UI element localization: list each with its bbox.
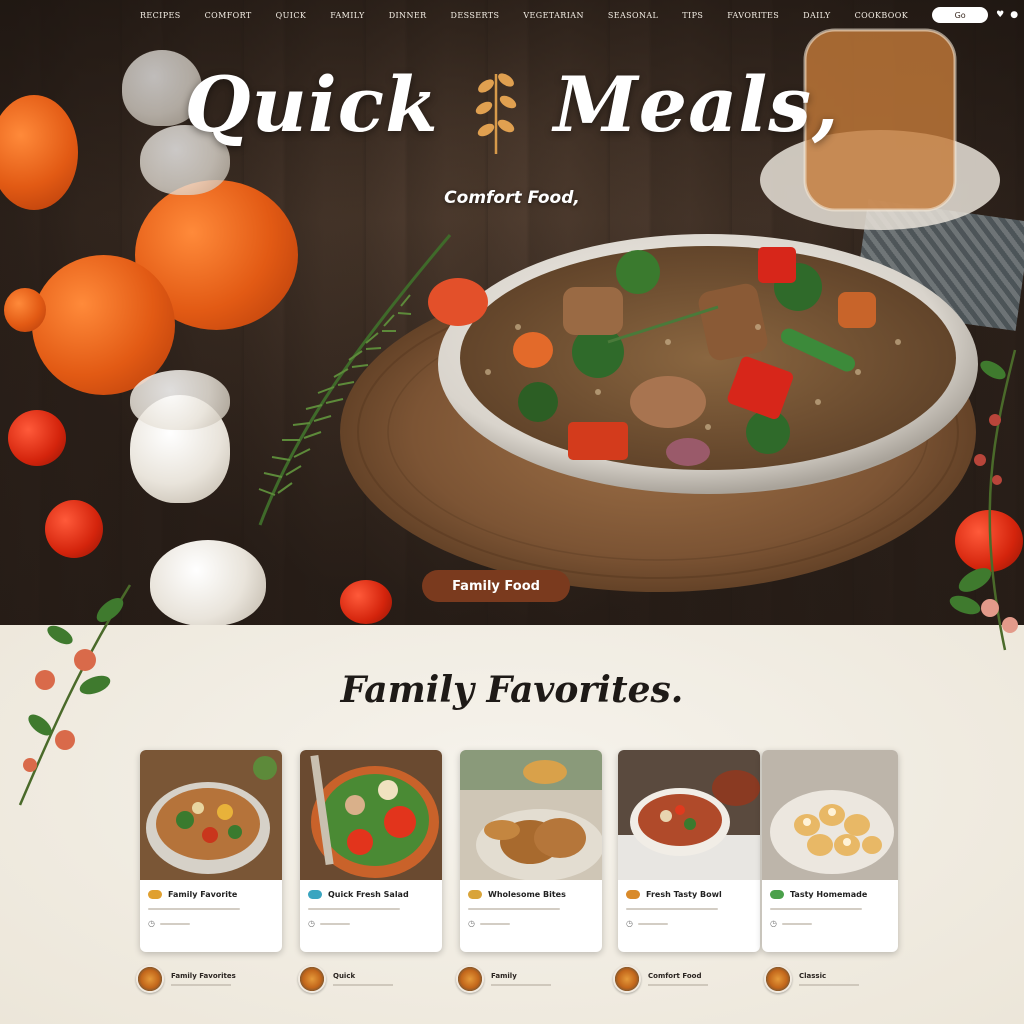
garlic-decoration bbox=[150, 540, 266, 625]
recipe-meta bbox=[159, 922, 190, 925]
recipe-meta bbox=[479, 922, 510, 925]
recipe-card[interactable]: Tasty Homemade ◷ bbox=[762, 750, 898, 952]
family-favorites-section: Family Favorites. Family Favorite ◷ Quic… bbox=[0, 625, 1024, 1024]
clock-icon: ◷ bbox=[148, 919, 155, 928]
recipe-description bbox=[148, 908, 240, 910]
recipe-meta bbox=[637, 922, 668, 925]
category-description bbox=[333, 984, 393, 986]
category-item[interactable]: Family bbox=[456, 965, 551, 993]
recipe-photo bbox=[140, 750, 282, 880]
category-item[interactable]: Family Favorites bbox=[136, 965, 236, 993]
category-row: Family Favorites Quick Family Comfort Fo… bbox=[136, 965, 906, 1001]
recipe-category-icon bbox=[770, 890, 784, 899]
category-description bbox=[171, 984, 231, 986]
tomato-decoration bbox=[4, 288, 46, 332]
recipe-title: Wholesome Bites bbox=[488, 890, 566, 899]
category-name: Family bbox=[491, 972, 517, 980]
floral-decoration bbox=[949, 349, 1018, 651]
tomato-decoration bbox=[8, 410, 66, 466]
nav-item[interactable]: Family bbox=[330, 11, 364, 20]
category-name: Family Favorites bbox=[171, 972, 236, 980]
food-plate-illustration bbox=[340, 234, 978, 592]
recipe-card[interactable]: Quick Fresh Salad ◷ bbox=[300, 750, 442, 952]
nav-item[interactable]: Dinner bbox=[389, 11, 427, 20]
nav-item[interactable]: Quick bbox=[276, 11, 307, 20]
plate-icon bbox=[613, 965, 641, 993]
clock-icon: ◷ bbox=[468, 919, 475, 928]
dot-icon[interactable]: ● bbox=[1010, 10, 1018, 20]
plate-icon bbox=[136, 965, 164, 993]
plate-icon bbox=[298, 965, 326, 993]
recipe-meta bbox=[781, 922, 812, 925]
family-food-button[interactable]: Family Food bbox=[422, 570, 570, 602]
hero-title: Quick Meals, bbox=[0, 60, 1024, 156]
recipe-card[interactable]: Wholesome Bites ◷ bbox=[460, 750, 602, 952]
category-description bbox=[648, 984, 708, 986]
section-title: Family Favorites. bbox=[340, 669, 684, 711]
clock-icon: ◷ bbox=[626, 919, 633, 928]
nav-item[interactable]: Tips bbox=[682, 11, 703, 20]
category-item[interactable]: Quick bbox=[298, 965, 393, 993]
recipe-title: Family Favorite bbox=[168, 890, 238, 899]
plate-icon bbox=[456, 965, 484, 993]
floral-decoration bbox=[18, 584, 132, 806]
top-navigation: Recipes Comfort Quick Family Dinner Dess… bbox=[0, 0, 1024, 30]
heart-icon[interactable]: ♥ bbox=[996, 10, 1004, 20]
category-item[interactable]: Comfort Food bbox=[613, 965, 708, 993]
recipe-description bbox=[770, 908, 862, 910]
recipe-category-icon bbox=[148, 890, 162, 899]
nav-item[interactable]: Recipes bbox=[140, 11, 181, 20]
recipe-photo bbox=[460, 750, 602, 880]
recipe-photo bbox=[300, 750, 442, 880]
recipe-category-icon bbox=[626, 890, 640, 899]
leaf-sprig-icon bbox=[476, 73, 517, 154]
recipe-title: Tasty Homemade bbox=[790, 890, 868, 899]
recipe-card[interactable]: Family Favorite ◷ bbox=[140, 750, 282, 952]
recipe-card-list: Family Favorite ◷ Quick Fresh Salad ◷ Wh… bbox=[140, 750, 902, 954]
recipe-card[interactable]: Fresh Tasty Bowl ◷ bbox=[618, 750, 760, 952]
nav-item[interactable]: Comfort bbox=[205, 11, 252, 20]
recipe-photo bbox=[618, 750, 760, 880]
recipe-title: Quick Fresh Salad bbox=[328, 890, 409, 899]
hero-title-right: Meals, bbox=[553, 60, 840, 149]
hero-title-left: Quick bbox=[184, 60, 439, 149]
nav-item[interactable]: Seasonal bbox=[608, 11, 658, 20]
recipe-description bbox=[468, 908, 560, 910]
recipe-description bbox=[626, 908, 718, 910]
recipe-photo bbox=[762, 750, 898, 880]
category-name: Classic bbox=[799, 972, 827, 980]
tomato-decoration bbox=[45, 500, 103, 558]
recipe-category-icon bbox=[468, 890, 482, 899]
recipe-category-icon bbox=[308, 890, 322, 899]
clock-icon: ◷ bbox=[770, 919, 777, 928]
recipe-description bbox=[308, 908, 400, 910]
category-name: Quick bbox=[333, 972, 356, 980]
clock-icon: ◷ bbox=[308, 919, 315, 928]
nav-search-button[interactable]: Go bbox=[932, 7, 989, 23]
nav-item[interactable]: Favorites bbox=[727, 11, 779, 20]
category-description bbox=[799, 984, 859, 986]
nav-item[interactable]: Desserts bbox=[451, 11, 500, 20]
nav-item[interactable]: Cookbook bbox=[855, 11, 909, 20]
hero-section: Recipes Comfort Quick Family Dinner Dess… bbox=[0, 0, 1024, 625]
plate-icon bbox=[764, 965, 792, 993]
category-item[interactable]: Classic bbox=[764, 965, 859, 993]
recipe-title: Fresh Tasty Bowl bbox=[646, 890, 722, 899]
recipe-meta bbox=[319, 922, 350, 925]
nav-item[interactable]: Vegetarian bbox=[523, 11, 583, 20]
category-description bbox=[491, 984, 551, 986]
category-name: Comfort Food bbox=[648, 972, 702, 980]
garlic-decoration bbox=[130, 370, 230, 430]
nav-item[interactable]: Daily bbox=[803, 11, 830, 20]
hero-subtitle: Comfort Food, bbox=[444, 188, 580, 208]
